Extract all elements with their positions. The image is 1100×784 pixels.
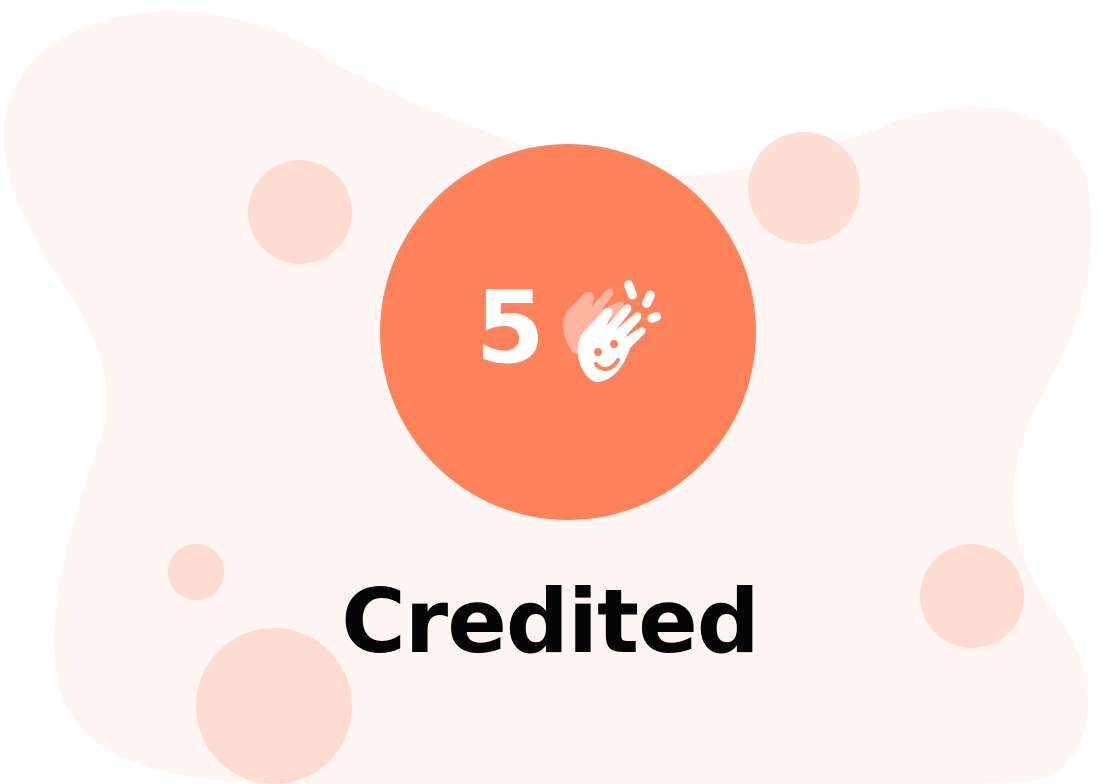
decorative-bubble [248, 160, 352, 264]
clap-count: 5 [475, 269, 545, 386]
clapping-hands-icon [563, 280, 662, 382]
credited-label: Credited [341, 570, 760, 673]
decorative-bubble [748, 132, 860, 244]
credited-card: 5 Credited [0, 0, 1100, 784]
